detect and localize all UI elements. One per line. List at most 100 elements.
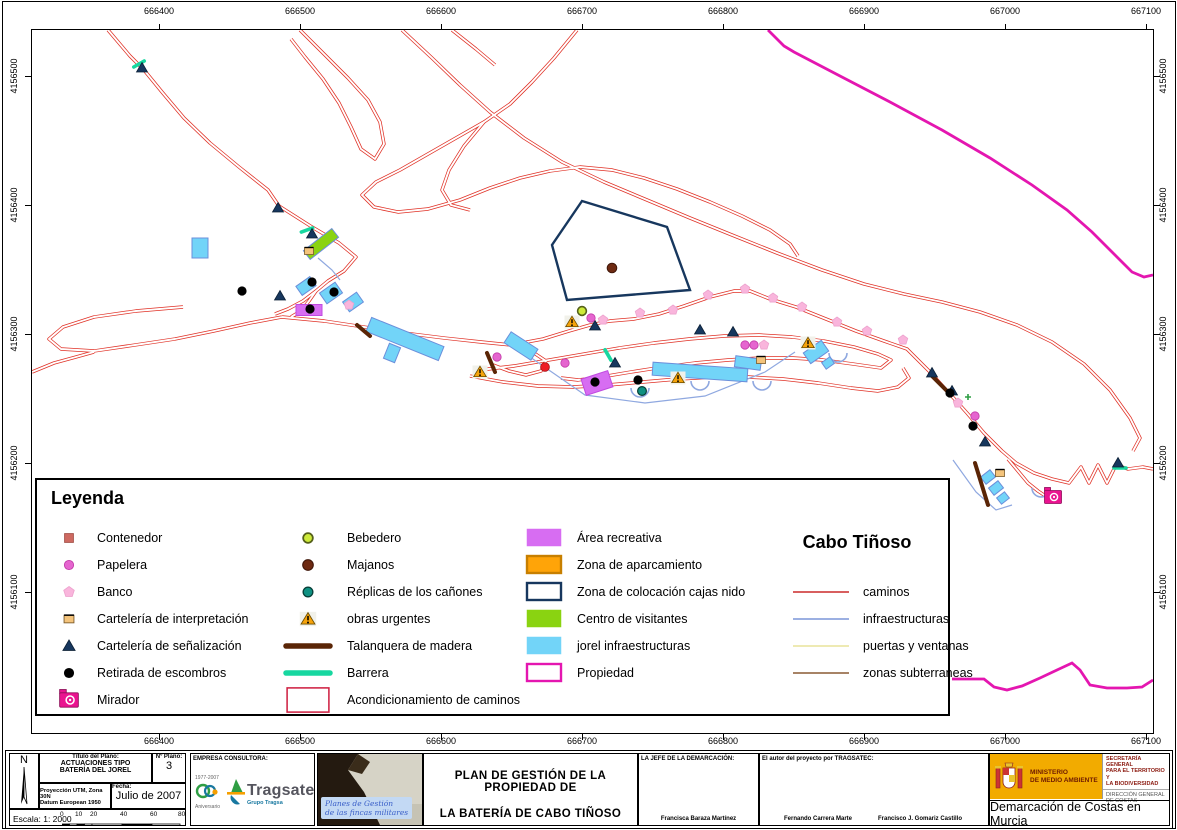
- line-sample-icon: [789, 579, 853, 605]
- x-coordinate-label-top: 667100: [1121, 6, 1171, 16]
- scale-tick-label: 80: [178, 811, 185, 818]
- legend-item: Retirada de escombros: [51, 659, 248, 686]
- legend-item: Réplicas de los cañones: [279, 578, 520, 605]
- acond-icon: [279, 687, 337, 713]
- talanquera_s-icon: [279, 633, 337, 659]
- fecha-box: Fecha: Julio de 2007: [111, 783, 186, 809]
- axis-tick: [441, 24, 442, 30]
- zone-swatch-icon: [523, 552, 567, 578]
- autor-label: El autor del proyecto por TRAGSATEC:: [762, 756, 874, 762]
- legend-item: Contenedor: [51, 524, 248, 551]
- line-sample-icon: [789, 660, 853, 686]
- papelera-icon: [51, 552, 87, 578]
- empresa-box: EMPRESA CONSULTORA: 1977-2007 Aniversari…: [190, 753, 315, 826]
- axis-tick: [582, 24, 583, 30]
- axis-tick: [25, 592, 31, 593]
- scale-tick-label: 20: [90, 811, 97, 818]
- autor-box: El autor del proyecto por TRAGSATEC: Fer…: [759, 753, 989, 826]
- empresa-label: EMPRESA CONSULTORA:: [193, 756, 268, 762]
- axis-tick: [1154, 463, 1160, 464]
- legend-item: Papelera: [51, 551, 248, 578]
- axis-tick: [582, 734, 583, 740]
- main-title-line2: LA BATERÍA DE CABO TIÑOSO: [424, 808, 637, 820]
- axis-tick: [1146, 24, 1147, 30]
- legend-item-label: Bebedero: [347, 531, 401, 545]
- num-plano-value: 3: [153, 760, 185, 772]
- legend-item-label: Réplicas de los cañones: [347, 585, 483, 599]
- legend-item: obras urgentes: [279, 605, 520, 632]
- zone-swatch-icon: [523, 633, 567, 659]
- legend-item: Mirador: [51, 686, 248, 713]
- banco-icon: [51, 579, 87, 605]
- x-coordinate-label-top: 666800: [698, 6, 748, 16]
- x-coordinate-label-top: 666500: [275, 6, 325, 16]
- axis-tick: [159, 734, 160, 740]
- fecha-value: Julio de 2007: [112, 790, 185, 802]
- axis-tick: [25, 463, 31, 464]
- x-coordinate-label-top: 666900: [839, 6, 889, 16]
- main-title-box: PLAN DE GESTIÓN DE LA PROPIEDAD DE LA BA…: [423, 753, 638, 826]
- legend-item: Bebedero: [279, 524, 520, 551]
- axis-tick: [25, 205, 31, 206]
- legend-column-2: Bebedero Majanos Réplicas de los cañones ob…: [279, 524, 520, 713]
- x-coordinate-label-top: 666400: [134, 6, 184, 16]
- axis-tick: [159, 24, 160, 30]
- titulo-line1: ACTUACIONES TIPO: [40, 760, 151, 767]
- y-coordinate-label-left: 4156500: [9, 51, 19, 101]
- anniversary-logo-icon: [195, 782, 219, 800]
- photo-box: Planes de Gestión de las fincas militare…: [317, 753, 423, 826]
- axis-tick: [864, 734, 865, 740]
- legend-item: Zona de colocación cajas nido: [523, 578, 745, 605]
- legend-item: Majanos: [279, 551, 520, 578]
- cart_interp-icon: [51, 606, 87, 632]
- legend-column-4: caminosinfraestructuraspuertas y ventana…: [789, 578, 973, 686]
- legend-item: infraestructuras: [789, 605, 973, 632]
- jefe-box: LA JEFE DE LA DEMARCACIÓN: Francisca Bar…: [638, 753, 759, 826]
- legend-item: Barrera: [279, 659, 520, 686]
- legend-box: Leyenda ContenedorPapeleraBancoCartelerí…: [35, 478, 950, 716]
- zona-cajas-nido-polygon: [552, 201, 690, 300]
- axis-tick: [441, 734, 442, 740]
- legend-item-label: Papelera: [97, 558, 147, 572]
- legend-item-label: Majanos: [347, 558, 394, 572]
- legend-item: Banco: [51, 578, 248, 605]
- legend-item: Zona de aparcamiento: [523, 551, 745, 578]
- ministry-banner: MINISTERIO DE MEDIO AMBIENTE: [990, 754, 1102, 799]
- proyeccion-box: Proyección UTM, Zona 30N Datum European …: [39, 783, 111, 809]
- contenedor-icon: [51, 525, 87, 551]
- y-coordinate-label-left: 4156400: [9, 180, 19, 230]
- legend-item: Talanquera de madera: [279, 632, 520, 659]
- legend-item-label: Retirada de escombros: [97, 666, 226, 680]
- titulo-plano-box: Título del Plano: ACTUACIONES TIPO BATER…: [39, 753, 152, 783]
- axis-tick: [864, 24, 865, 30]
- axis-tick: [1146, 734, 1147, 740]
- tragsatec-logo: [225, 778, 247, 813]
- zone-swatch-icon: [523, 606, 567, 632]
- caminos-layer: [32, 30, 1153, 497]
- legend-column-1: ContenedorPapeleraBancoCartelería de int…: [51, 524, 248, 713]
- spain-coat-of-arms-icon: [994, 760, 1024, 794]
- demarcacion-label: Demarcación de Costas en Murcia: [990, 800, 1169, 826]
- axis-tick: [300, 734, 301, 740]
- zone-swatch-icon: [523, 660, 567, 686]
- legend-item-label: Banco: [97, 585, 132, 599]
- tragsatec-sub: Grupo Tragsa: [247, 800, 315, 806]
- north-letter: N: [10, 754, 38, 766]
- y-coordinate-label-left: 4156300: [9, 309, 19, 359]
- legend-item-label: Centro de visitantes: [577, 612, 687, 626]
- bebedero-icon: [279, 525, 337, 551]
- zone-swatch-icon: [523, 579, 567, 605]
- x-coordinate-label-top: 667000: [980, 6, 1030, 16]
- escala-box: Escala: 1: 2000 01020406080M: [9, 809, 186, 826]
- legend-item-label: jorel infraestructuras: [577, 639, 690, 653]
- legend-item: Cartelería de señalización: [51, 632, 248, 659]
- axis-tick: [723, 734, 724, 740]
- north-arrow-icon: [10, 766, 38, 808]
- scale-tick-label: 40: [120, 811, 127, 818]
- barrera_s-icon: [279, 660, 337, 686]
- num-plano-box: Nº Plano: 3: [152, 753, 186, 783]
- legend-item-label: Contenedor: [97, 531, 162, 545]
- majanos-icon: [279, 552, 337, 578]
- legend-item: jorel infraestructuras: [523, 632, 745, 659]
- map-symbols-layer: [134, 61, 1126, 505]
